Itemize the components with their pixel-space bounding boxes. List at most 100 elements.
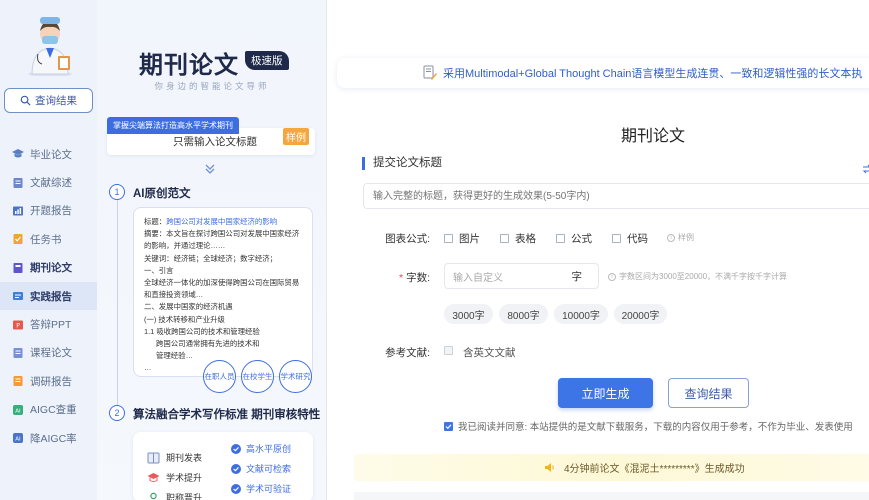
wordcount-hint: i 字数区间为3000至20000，不满千字按千字计算 (608, 271, 787, 282)
wordcount-placeholder: 输入自定义 (453, 272, 503, 284)
page-title: 期刊论文 (620, 128, 685, 145)
sidebar-item-practice-report[interactable]: 实践报告 (0, 281, 97, 311)
sidebar-item-survey-report[interactable]: 调研报告 (0, 367, 97, 395)
sample-paper-card: 标题：跨国公司对发展中国家经济的影响 摘要：本文旨在探讨跨国公司对发展中国家经济… (133, 207, 313, 377)
speaker-icon (545, 463, 554, 472)
hint-text: 字数区间为3000至20000，不满千字按千字计算 (619, 272, 788, 281)
doctor-avatar-icon (28, 17, 72, 76)
chip-10000[interactable]: 10000字 (554, 304, 608, 324)
info-icon: i (667, 233, 675, 242)
feature-label: 期刊发表 (166, 453, 203, 463)
chart-formula-label: 图表公式: (385, 233, 430, 245)
required-star: * (398, 272, 404, 284)
paper-section-2: 二、发展中国家的经济机遇 (144, 302, 233, 312)
option-label: 代码 (627, 233, 648, 245)
sidebar-item-label: 任务书 (30, 233, 62, 246)
step-2-number: 2 (109, 405, 125, 421)
document-pen-icon (423, 65, 437, 80)
option-code-checkbox[interactable]: 代码 (612, 231, 648, 246)
feature-label: 高水平原创 (246, 444, 292, 454)
sample-tag: 样例 (283, 128, 309, 145)
report-icon (13, 206, 23, 216)
bottom-strip (354, 492, 869, 500)
english-ref-checkbox (444, 346, 453, 355)
checkbox-box[interactable] (500, 234, 509, 243)
chip-20000[interactable]: 20000字 (614, 304, 667, 324)
option-image-checkbox[interactable]: 图片 (444, 231, 480, 246)
agreement-text: 我已阅读并同意: 本站提供的是文献下载服务，下载的内容仅用于参考，不作为毕业、发… (458, 422, 853, 433)
options-sample-hint[interactable]: i 样例 (667, 232, 694, 243)
step-1-title: AI原创范文 (133, 188, 191, 200)
book-icon (147, 452, 160, 463)
wordcount-unit: 字 (571, 270, 583, 283)
audience-bubble-researchers: 学术研究 (279, 360, 312, 393)
checkbox-box[interactable] (612, 234, 621, 243)
query-results-main-button[interactable]: 查询结果 (668, 378, 749, 408)
sidebar-nav: 毕业论文 文献综述 开题报告 任务书 期刊论文 实践报告 P 答辩PPT 课程论 (0, 140, 97, 452)
sidebar-item-course-paper[interactable]: 课程论文 (0, 339, 97, 367)
sidebar-item-journal-paper[interactable]: 期刊论文 (0, 254, 97, 282)
query-results-label: 查询结果 (35, 95, 77, 107)
search-icon (20, 95, 31, 106)
promo-tagline: 你身边的智能论文导师 (154, 81, 270, 91)
survey-icon (13, 376, 23, 387)
feature-searchable-refs: 文献可检索 (231, 462, 291, 475)
checkmark-icon (445, 423, 452, 429)
feature-label: 学术可验证 (246, 484, 292, 494)
option-label: 表格 (515, 233, 536, 245)
sidebar-item-label: 开题报告 (30, 205, 72, 218)
sidebar-item-label: AIGC查重 (30, 404, 77, 417)
feature-high-originality: 高水平原创 (231, 442, 291, 455)
paper-subsection-2: 1.1 吸收跨国公司的技术和管理经验 (144, 326, 260, 336)
hint-text: 样例 (678, 233, 694, 242)
sidebar-item-label: 课程论文 (30, 347, 72, 360)
sidebar-item-defense-ppt[interactable]: P 答辩PPT (0, 310, 97, 338)
checkbox-box[interactable] (444, 234, 453, 243)
generate-button[interactable]: 立即生成 (558, 378, 653, 408)
aigc-check-icon: AI (13, 404, 23, 415)
sidebar-item-aigc-reduce[interactable]: AI 降AIGC率 (0, 424, 97, 452)
info-icon: i (608, 272, 616, 281)
main-panel: 采用Multimodal+Global Thought Chain语言模型生成连… (327, 0, 869, 500)
sidebar-item-task-book[interactable]: 任务书 (0, 225, 97, 253)
sidebar-item-label: 调研报告 (30, 375, 72, 388)
promo-panel: 期刊论文 极速版 你身边的智能论文导师 只需输入论文标题 掌握尖端算法打造高水平… (97, 0, 327, 500)
check-circle-icon (231, 443, 241, 454)
step-1-number: 1 (109, 184, 125, 200)
sidebar-item-label: 文献综述 (30, 177, 72, 190)
sidebar-item-graduation-thesis[interactable]: 毕业论文 (0, 140, 97, 168)
practice-icon (13, 292, 23, 301)
query-results-button[interactable]: 查询结果 (4, 88, 93, 113)
chip-3000[interactable]: 3000字 (444, 304, 493, 324)
section-title: 提交论文标题 (362, 157, 442, 170)
check-circle-icon (231, 483, 241, 494)
sidebar-item-label: 答辩PPT (30, 319, 72, 332)
sidebar-item-proposal[interactable]: 开题报告 (0, 197, 97, 225)
option-label: 图片 (459, 233, 480, 245)
paper-keywords: 关键词：经济链；全球经济；数字经济； (144, 253, 278, 263)
title-input[interactable] (363, 183, 869, 209)
wordcount-label-text: 字数: (406, 272, 430, 284)
sidebar-item-label: 期刊论文 (30, 262, 72, 275)
sidebar-item-literature-review[interactable]: 文献综述 (0, 168, 97, 196)
swap-icon[interactable] (862, 164, 869, 174)
sidebar-item-aigc-check[interactable]: AI AIGC查重 (0, 396, 97, 424)
paper-title-value: 跨国公司对发展中国家经济的影响 (166, 217, 278, 226)
feature-title-promotion: 职称晋升 (147, 491, 202, 500)
checkbox-box[interactable] (556, 234, 565, 243)
wordcount-input[interactable]: 输入自定义 字 (444, 263, 599, 289)
option-formula-checkbox[interactable]: 公式 (556, 231, 592, 246)
option-table-checkbox[interactable]: 表格 (500, 231, 536, 246)
paper-subsection-1: (一) 技术转移和产业升级 (144, 314, 225, 324)
notice-bar: 4分钟前论文《混泥土*********》生成成功 (354, 454, 869, 481)
edition-badge: 极速版 (245, 51, 289, 70)
agreement-checkbox[interactable] (444, 421, 453, 431)
step-2-title: 算法融合学术写作标准 期刊审核特性 (133, 409, 321, 421)
paper-title-line: 标题：跨国公司对发展中国家经济的影响 (144, 216, 302, 228)
chip-8000[interactable]: 8000字 (499, 304, 548, 324)
paper-section-1-text: 全球经济一体化的加深使得跨国公司在国际贸易和直接投资领域… (144, 278, 300, 300)
audience-bubble-students: 在校学生 (241, 360, 274, 393)
feature-label: 职称晋升 (166, 493, 203, 500)
course-icon (13, 347, 23, 358)
option-label: 公式 (571, 233, 592, 245)
